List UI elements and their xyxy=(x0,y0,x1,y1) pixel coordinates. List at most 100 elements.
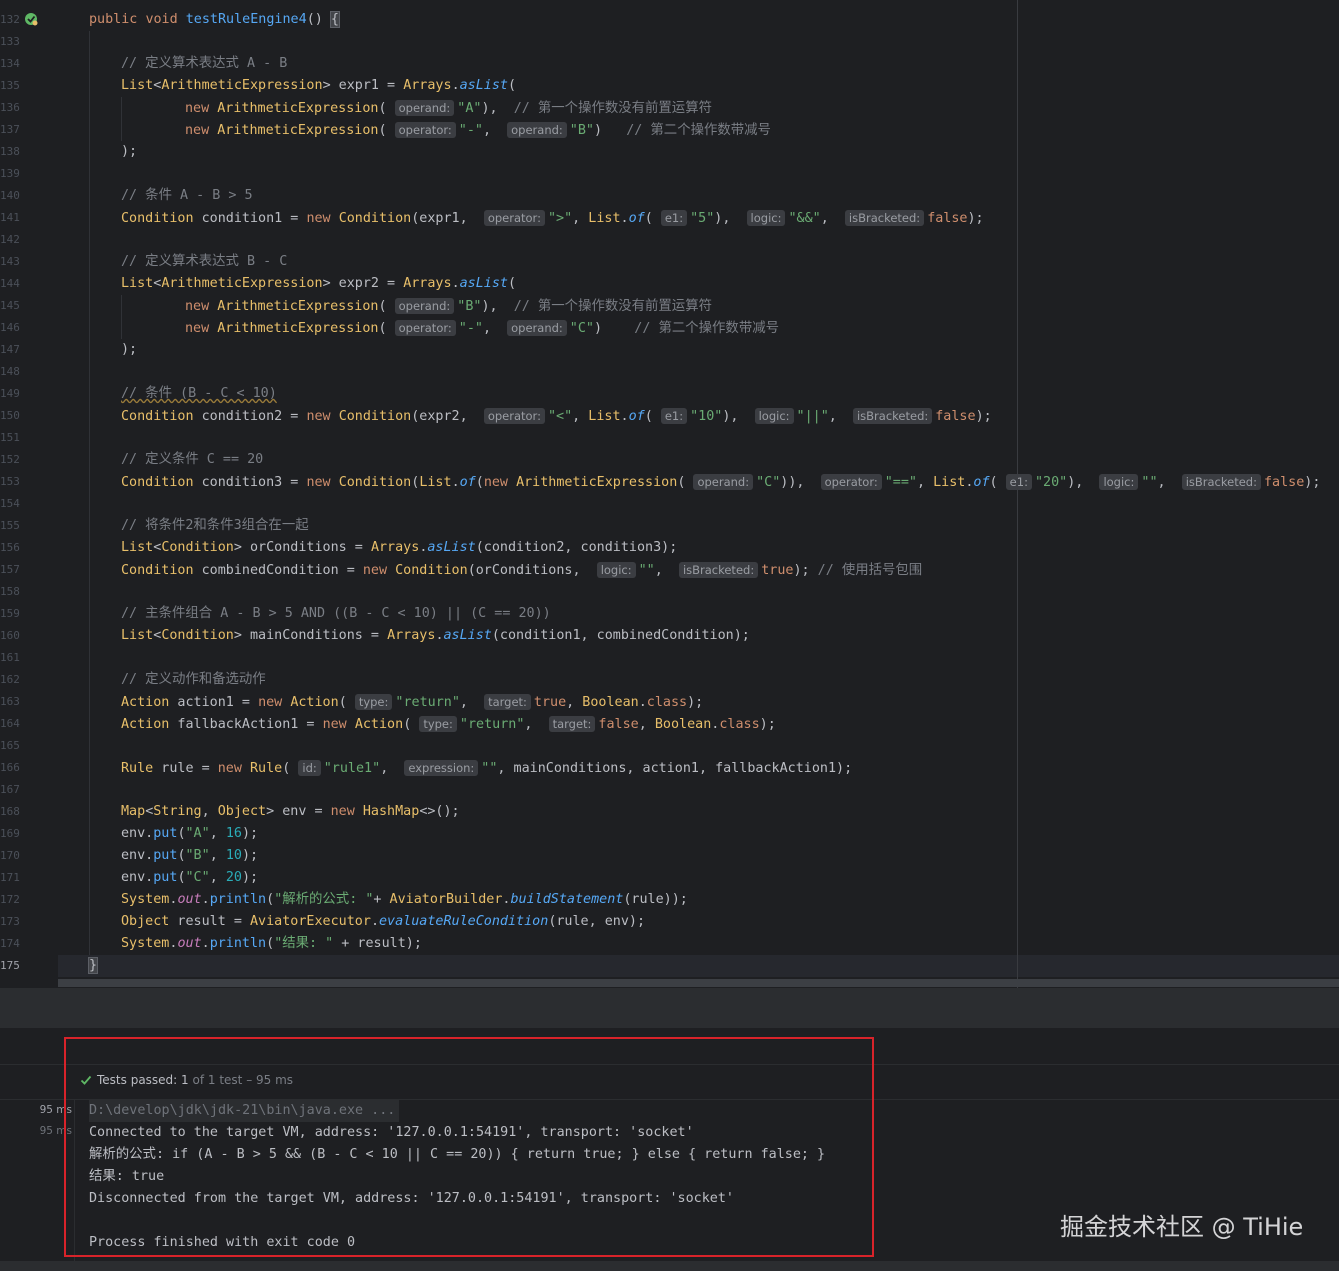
line-number: 143 xyxy=(0,255,20,268)
line-number: 146 xyxy=(0,321,20,334)
line-number: 132 xyxy=(0,13,20,26)
line-number: 162 xyxy=(0,673,20,686)
console-line: Process finished with exit code 0 xyxy=(89,1235,356,1250)
code-line-156[interactable]: List<Condition> orConditions = Arrays.as… xyxy=(121,537,677,559)
param-hint: operator: xyxy=(483,210,545,226)
line-number: 150 xyxy=(0,409,20,422)
line-number: 164 xyxy=(0,717,20,730)
line-number: 161 xyxy=(0,651,20,664)
code-line-143[interactable]: // 定义算术表达式 B - C xyxy=(121,251,287,273)
code-line-144[interactable]: List<ArithmeticExpression> expr2 = Array… xyxy=(121,273,516,295)
param-hint: type: xyxy=(419,716,457,732)
code-editor[interactable]: 132 133 134 135 136 137 138 139 140 141 142 143 144 1… xyxy=(0,0,1339,988)
code-line-138[interactable]: ); xyxy=(121,141,137,163)
line-number: 138 xyxy=(0,145,20,158)
param-hint: logic: xyxy=(1099,474,1139,490)
code-line-145[interactable]: new ArithmeticExpression( operand: "B"), … xyxy=(185,295,712,317)
console-line: 解析的公式: if (A - B > 5 && (B - C < 10 || C… xyxy=(89,1147,826,1162)
test-duration[interactable]: 95 ms xyxy=(40,1125,72,1137)
line-number: 163 xyxy=(0,695,20,708)
horizontal-scrollbar[interactable] xyxy=(58,979,1339,987)
tests-status: Tests passed: 1 of 1 test – 95 ms xyxy=(80,1073,293,1087)
line-number: 141 xyxy=(0,211,20,224)
code-line-160[interactable]: List<Condition> mainConditions = Arrays.… xyxy=(121,625,750,647)
watermark: 掘金技术社区 @ TiHie xyxy=(1060,1213,1304,1241)
param-hint: logic: xyxy=(754,408,794,424)
console-line[interactable]: D:\develop\jdk\jdk-21\bin\java.exe ... xyxy=(89,1100,400,1122)
line-number: 165 xyxy=(0,739,20,752)
code-line-153[interactable]: Condition condition3 = new Condition(Lis… xyxy=(121,471,1320,493)
param-hint: e1: xyxy=(660,210,688,226)
line-number: 149 xyxy=(0,387,20,400)
code-line-152[interactable]: // 定义条件 C == 20 xyxy=(121,449,263,471)
line-number: 168 xyxy=(0,805,20,818)
param-hint: operand: xyxy=(394,100,455,116)
code-line-168[interactable]: Map<String, Object> env = new HashMap<>(… xyxy=(121,801,460,823)
code-line-163[interactable]: Action action1 = new Action( type: "retur… xyxy=(121,691,703,713)
param-hint: operator: xyxy=(394,122,456,138)
param-hint: operator: xyxy=(483,408,545,424)
param-hint: expression: xyxy=(404,760,479,776)
test-tree[interactable]: 95 ms 95 ms xyxy=(0,1100,75,1271)
code-line-166[interactable]: Rule rule = new Rule( id: "rule1", expres… xyxy=(121,757,852,779)
code-line-170[interactable]: env.put("B", 10); xyxy=(121,845,258,867)
code-line-140[interactable]: // 条件 A - B > 5 xyxy=(121,185,253,207)
param-hint: isBracketed: xyxy=(844,210,925,226)
run-test-icon[interactable] xyxy=(24,12,38,26)
param-hint: operator: xyxy=(820,474,882,490)
code-line-132[interactable]: public void testRuleEngine4() { xyxy=(89,9,340,31)
code-line-136[interactable]: new ArithmeticExpression( operand: "A"), … xyxy=(185,97,712,119)
indent-guide xyxy=(121,97,122,141)
code-line-150[interactable]: Condition condition2 = new Condition(exp… xyxy=(121,405,992,427)
code-line-134[interactable]: // 定义算术表达式 A - B xyxy=(121,53,287,75)
param-hint: operator: xyxy=(394,320,456,336)
code-line-173[interactable]: Object result = AviatorExecutor.evaluate… xyxy=(121,911,645,933)
line-number: 174 xyxy=(0,937,20,950)
param-hint: operand: xyxy=(507,122,567,138)
code-line-149[interactable]: // 条件 (B - C < 10) xyxy=(121,383,277,405)
line-number: 148 xyxy=(0,365,20,378)
line-number: 157 xyxy=(0,563,20,576)
line-number: 156 xyxy=(0,541,20,554)
line-number: 135 xyxy=(0,79,20,92)
code-line-171[interactable]: env.put("C", 20); xyxy=(121,867,258,889)
test-duration[interactable]: 95 ms xyxy=(40,1104,72,1116)
code-line-172[interactable]: System.out.println("解析的公式: "+ AviatorBui… xyxy=(121,889,688,911)
line-number: 140 xyxy=(0,189,20,202)
code-line-175[interactable]: } xyxy=(87,955,99,977)
code-line-155[interactable]: // 将条件2和条件3组合在一起 xyxy=(121,515,309,537)
param-hint: logic: xyxy=(596,562,636,578)
line-number: 158 xyxy=(0,585,20,598)
code-line-147[interactable]: ); xyxy=(121,339,137,361)
code-line-137[interactable]: new ArithmeticExpression( operator: "-", … xyxy=(185,119,771,141)
line-number: 145 xyxy=(0,299,20,312)
param-hint: e1: xyxy=(1005,474,1032,490)
code-line-169[interactable]: env.put("A", 16); xyxy=(121,823,258,845)
line-number: 139 xyxy=(0,167,20,180)
line-number-gutter: 132 133 134 135 136 137 138 139 140 141 142 143 144 1… xyxy=(0,0,58,988)
param-hint: isBracketed: xyxy=(678,562,759,578)
code-line-157[interactable]: Condition combinedCondition = new Condit… xyxy=(121,559,922,581)
indent-guide xyxy=(121,295,122,339)
code-line-135[interactable]: List<ArithmeticExpression> expr1 = Array… xyxy=(121,75,516,97)
line-number: 173 xyxy=(0,915,20,928)
code-line-164[interactable]: Action fallbackAction1 = new Action( typ… xyxy=(121,713,776,735)
line-number: 147 xyxy=(0,343,20,356)
line-number: 136 xyxy=(0,101,20,114)
panel-divider[interactable] xyxy=(0,988,1339,1028)
line-number: 171 xyxy=(0,871,20,884)
line-number: 160 xyxy=(0,629,20,642)
line-number: 153 xyxy=(0,475,20,488)
code-line-146[interactable]: new ArithmeticExpression( operator: "-", … xyxy=(185,317,779,339)
param-hint: operand: xyxy=(693,474,754,490)
code-line-174[interactable]: System.out.println("结果: " + result); xyxy=(121,933,422,955)
code-line-141[interactable]: Condition condition1 = new Condition(exp… xyxy=(121,207,984,229)
code-line-159[interactable]: // 主条件组合 A - B > 5 AND ((B - C < 10) || … xyxy=(121,603,551,625)
current-line-highlight xyxy=(0,955,1339,977)
param-hint: type: xyxy=(354,694,393,710)
param-hint: e1: xyxy=(660,408,688,424)
bottom-tab-strip[interactable] xyxy=(0,1261,1339,1271)
check-icon xyxy=(80,1075,92,1085)
code-line-162[interactable]: // 定义动作和备选动作 xyxy=(121,669,266,691)
line-number: 137 xyxy=(0,123,20,136)
